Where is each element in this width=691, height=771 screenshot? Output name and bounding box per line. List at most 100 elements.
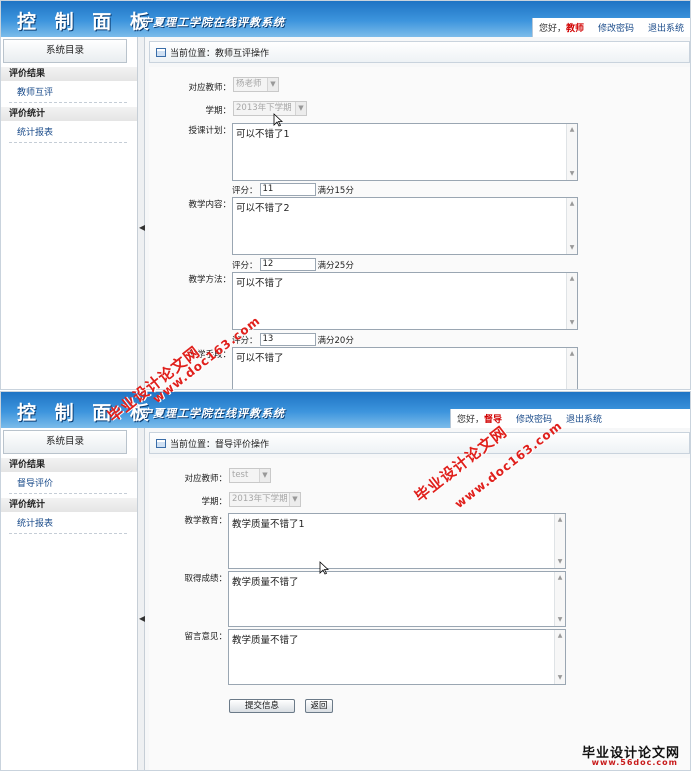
- user-bar: 您好，教师 修改密码 退出系统: [531, 18, 690, 37]
- textarea-method[interactable]: 可以不错了 ▲ ▼: [232, 272, 578, 330]
- scroll-down-icon[interactable]: ▼: [567, 243, 577, 253]
- scrollbar[interactable]: ▲ ▼: [554, 514, 565, 568]
- field-label-education: 教学教育：: [184, 516, 227, 526]
- teacher-select-value: test: [232, 470, 249, 480]
- scrollbar[interactable]: ▲: [566, 348, 577, 389]
- term-select[interactable]: 2013年下学期 ▼: [229, 492, 301, 507]
- field-label-content: 教学内容：: [188, 200, 231, 210]
- score-input-plan[interactable]: 11: [259, 183, 316, 196]
- school-name: 宁夏理工学院在线评教系统: [141, 16, 285, 29]
- scroll-up-icon[interactable]: ▲: [567, 349, 577, 359]
- textarea-plan[interactable]: 可以不错了1 ▲ ▼: [232, 123, 578, 181]
- field-label-method: 教学方法：: [188, 275, 231, 285]
- chevron-down-icon: ▼: [267, 78, 278, 91]
- scroll-up-icon[interactable]: ▲: [555, 515, 565, 525]
- sidebar-splitter[interactable]: ◀: [138, 37, 145, 389]
- change-password-link[interactable]: 修改密码: [598, 21, 634, 34]
- window-icon: [156, 47, 166, 57]
- score-max: 满分20分: [317, 335, 354, 346]
- textarea-achievement-text: 教学质量不错了: [232, 577, 299, 588]
- footer-url: www.56doc.com: [591, 758, 678, 767]
- teacher-label: 对应教师：: [184, 474, 227, 484]
- supervisor-evaluation-window: 控 制 面 板 宁夏理工学院在线评教系统 您好，督导 修改密码 退出系统 系统目…: [0, 391, 691, 771]
- textarea-education[interactable]: 教学质量不错了1 ▲ ▼: [228, 513, 566, 569]
- sidebar-item-report[interactable]: 统计报表: [9, 514, 127, 534]
- field-label-comments: 留言意见：: [184, 632, 227, 642]
- scrollbar[interactable]: ▲ ▼: [566, 198, 577, 254]
- score-input-content[interactable]: 12: [259, 258, 316, 271]
- score-max: 满分15分: [317, 185, 354, 196]
- term-select[interactable]: 2013年下学期 ▼: [233, 101, 307, 116]
- teacher-select[interactable]: test ▼: [229, 468, 271, 483]
- textarea-comments-text: 教学质量不错了: [232, 635, 299, 646]
- scroll-down-icon[interactable]: ▼: [555, 615, 565, 625]
- sidebar: 系统目录 评价结果 教师互评 评价统计 统计报表: [1, 37, 138, 389]
- sidebar-group-results[interactable]: 评价结果: [1, 67, 137, 81]
- sidebar-item-report[interactable]: 统计报表: [9, 123, 127, 143]
- textarea-plan-text: 可以不错了1: [236, 129, 290, 140]
- sidebar-title: 系统目录: [3, 39, 127, 63]
- scroll-up-icon[interactable]: ▲: [567, 199, 577, 209]
- score-max: 满分25分: [317, 260, 354, 271]
- scrollbar[interactable]: ▲ ▼: [554, 572, 565, 626]
- scroll-up-icon[interactable]: ▲: [555, 573, 565, 583]
- logout-link[interactable]: 退出系统: [648, 21, 684, 34]
- sidebar-item-teacher-evaluation[interactable]: 教师互评: [9, 83, 127, 103]
- textarea-comments[interactable]: 教学质量不错了 ▲ ▼: [228, 629, 566, 685]
- footer-logo: 毕业设计论文网 www.56doc.com: [524, 742, 684, 768]
- sidebar-group-statistics[interactable]: 评价统计: [1, 107, 137, 121]
- field-label-plan: 授课计划：: [188, 126, 231, 136]
- scroll-down-icon[interactable]: ▼: [567, 169, 577, 179]
- sidebar-splitter[interactable]: ◀: [138, 428, 145, 770]
- textarea-means-text: 可以不错了: [236, 353, 284, 364]
- scrollbar[interactable]: ▲ ▼: [566, 124, 577, 180]
- top-header: 控 制 面 板 宁夏理工学院在线评教系统 您好，教师 修改密码 退出系统: [1, 1, 690, 37]
- sidebar-item-supervisor-evaluation[interactable]: 督导评价: [9, 474, 127, 494]
- greeting-text: 您好，: [538, 24, 566, 34]
- teacher-evaluation-window: 控 制 面 板 宁夏理工学院在线评教系统 您好，教师 修改密码 退出系统 系统目…: [0, 0, 691, 390]
- user-role: 教师: [565, 24, 584, 34]
- teacher-label: 对应教师：: [188, 83, 231, 93]
- score-row-plan: 评分： 11 满分15分: [232, 183, 354, 196]
- score-row-content: 评分： 12 满分25分: [232, 258, 354, 271]
- score-input-method[interactable]: 13: [259, 333, 316, 346]
- field-label-achievement: 取得成绩：: [184, 574, 227, 584]
- textarea-method-text: 可以不错了: [236, 278, 284, 289]
- scroll-down-icon[interactable]: ▼: [567, 318, 577, 328]
- term-select-value: 2013年下学期: [236, 103, 292, 113]
- term-select-value: 2013年下学期: [232, 494, 288, 504]
- evaluation-form: 对应教师： test ▼ 学期： 2013年下学期 ▼ 教学教育： 教学质量不错了1…: [149, 458, 690, 770]
- breadcrumb: 当前位置：督导评价操作: [149, 432, 690, 454]
- change-password-link[interactable]: 修改密码: [516, 412, 552, 425]
- scrollbar[interactable]: ▲ ▼: [566, 273, 577, 329]
- scroll-up-icon[interactable]: ▲: [555, 631, 565, 641]
- teacher-select[interactable]: 杨老师 ▼: [233, 77, 279, 92]
- submit-button[interactable]: 提交信息: [229, 699, 295, 713]
- window-icon: [156, 438, 166, 448]
- scroll-up-icon[interactable]: ▲: [567, 125, 577, 135]
- back-button[interactable]: 返回: [305, 699, 333, 713]
- scroll-down-icon[interactable]: ▼: [555, 673, 565, 683]
- scroll-down-icon[interactable]: ▼: [555, 557, 565, 567]
- main-content: 当前位置：督导评价操作 对应教师： test ▼ 学期： 2013年下学期 ▼ 教学…: [145, 428, 690, 770]
- score-label: 评分：: [232, 185, 258, 196]
- textarea-education-text: 教学质量不错了1: [232, 519, 305, 530]
- score-label: 评分：: [232, 260, 258, 271]
- textarea-means[interactable]: 可以不错了 ▲: [232, 347, 578, 389]
- greeting-text: 您好，: [457, 415, 485, 425]
- sidebar-group-results[interactable]: 评价结果: [1, 458, 137, 472]
- textarea-achievement[interactable]: 教学质量不错了 ▲ ▼: [228, 571, 566, 627]
- chevron-down-icon: ▼: [295, 102, 306, 115]
- breadcrumb-text: 当前位置：督导评价操作: [170, 439, 270, 450]
- mouse-cursor-icon: [319, 561, 329, 575]
- scroll-up-icon[interactable]: ▲: [567, 274, 577, 284]
- score-row-method: 评分： 13 满分20分: [232, 333, 354, 346]
- breadcrumb: 当前位置：教师互评操作: [149, 41, 690, 63]
- logout-link[interactable]: 退出系统: [566, 412, 602, 425]
- brand-title: 控 制 面 板: [17, 11, 155, 33]
- sidebar-group-statistics[interactable]: 评价统计: [1, 498, 137, 512]
- school-name: 宁夏理工学院在线评教系统: [141, 407, 285, 420]
- user-greeting: 您好，教师: [539, 21, 584, 34]
- textarea-content[interactable]: 可以不错了2 ▲ ▼: [232, 197, 578, 255]
- scrollbar[interactable]: ▲ ▼: [554, 630, 565, 684]
